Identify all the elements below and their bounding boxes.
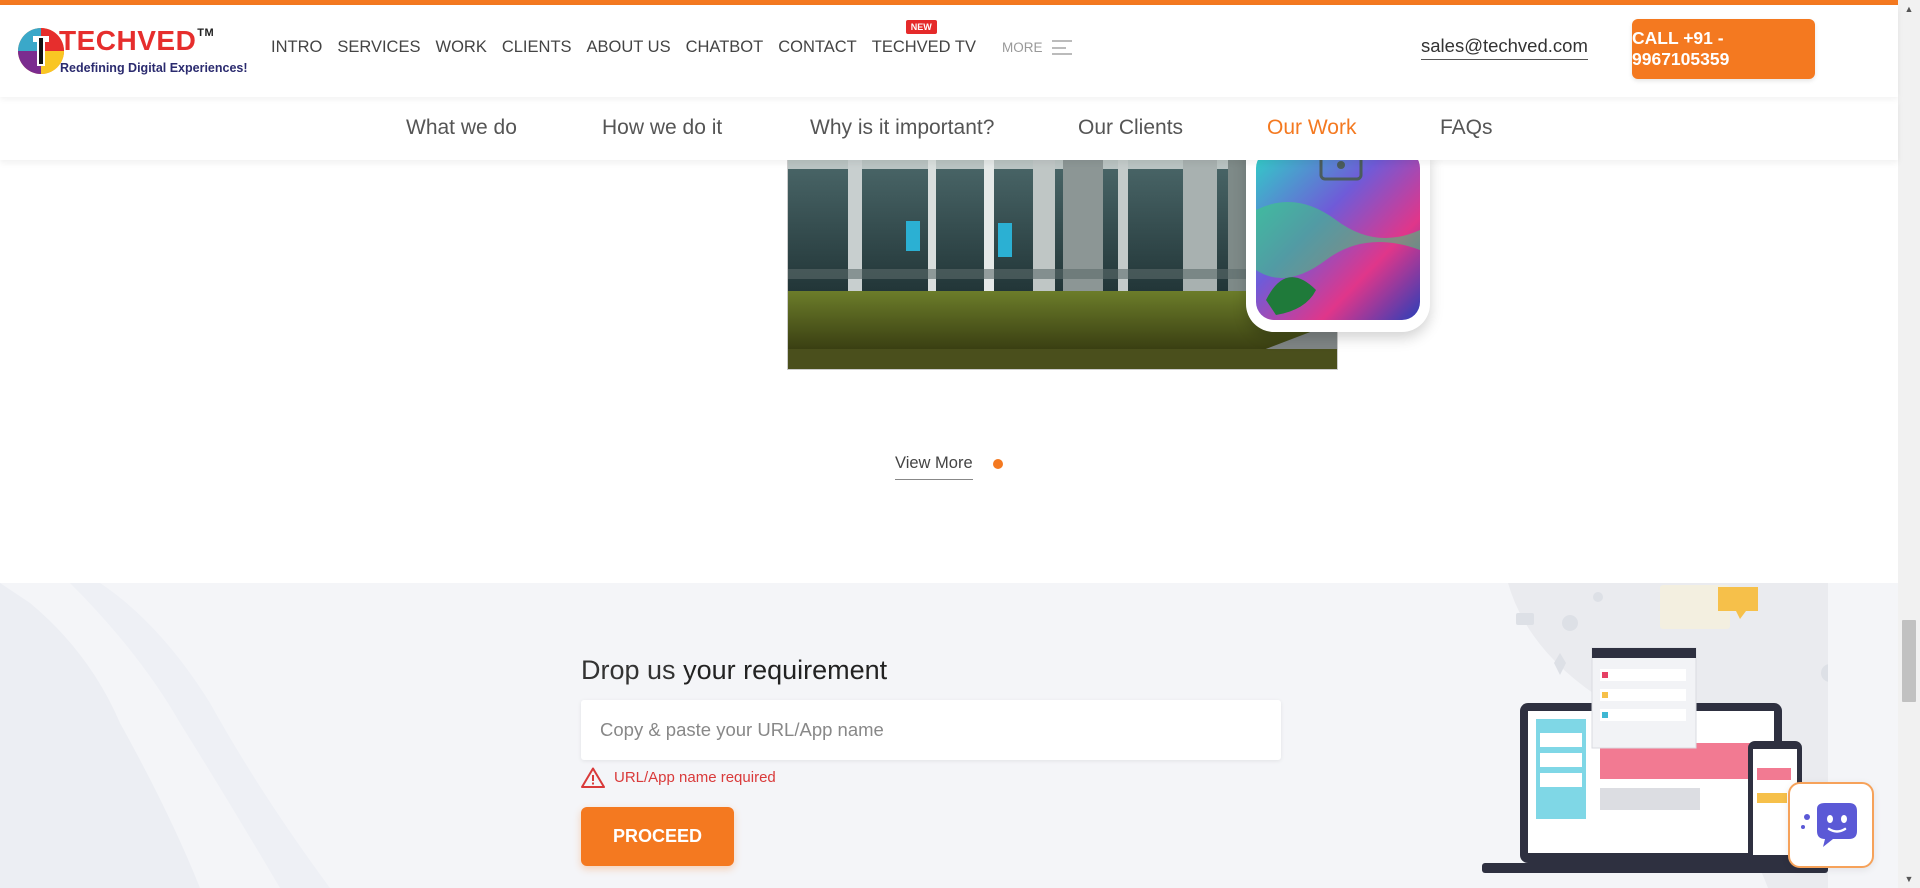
subnav-item-our-clients[interactable]: Our Clients [1078,116,1183,140]
nav-item-clients[interactable]: CLIENTS [502,38,572,57]
header: TECHVEDTM Redefining Digital Experiences… [0,5,1898,97]
nav-item-techved-tv[interactable]: NEW TECHVED TV [871,20,976,57]
validation-error: URL/App name required [581,767,776,788]
nav-item-label: TECHVED TV [871,38,976,56]
new-badge: NEW [905,20,937,34]
chatbot-launcher-button[interactable] [1788,782,1874,868]
more-menu-button[interactable]: MORE [1002,40,1073,55]
page: TECHVEDTM Redefining Digital Experiences… [0,0,1920,888]
subnav-item-faqs[interactable]: FAQs [1440,116,1493,140]
subnav-item-our-work[interactable]: Our Work [1267,116,1356,140]
nav-item-intro[interactable]: INTRO [271,38,322,57]
phone-mockup [1246,150,1430,332]
logo-wordmark: TECHVEDTM [59,25,215,56]
requirement-title-bold: your requirement [683,655,888,685]
more-label: MORE [1001,40,1043,55]
subnav-item-what-we-do[interactable]: What we do [406,116,517,140]
logo-tagline: Redefining Digital Experiences! [60,61,248,75]
scroll-up-arrow-icon[interactable]: ▲ [1898,0,1920,18]
section-subnav: What we do How we do it Why is it import… [0,97,1898,160]
logo[interactable]: TECHVEDTM Redefining Digital Experiences… [15,23,248,81]
subnav-item-how-we-do-it[interactable]: How we do it [602,116,722,140]
nav-item-work[interactable]: WORK [436,38,487,57]
email-link[interactable]: sales@techved.com [1421,35,1588,60]
call-button[interactable]: CALL +91 - 9967105359 [1632,19,1815,79]
main-nav: INTRO SERVICES WORK CLIENTS ABOUT US CHA… [271,20,1073,57]
requirement-section: Drop us your requirement URL/App name re… [0,583,1898,888]
requirement-title-light: Drop us [581,655,676,685]
view-more-link[interactable]: View More [895,454,973,480]
chatbot-robot-icon [1801,803,1857,847]
nav-item-services[interactable]: SERVICES [337,38,420,57]
view-more-dot-icon [993,459,1003,469]
url-app-input[interactable] [581,700,1281,760]
scrollbar-thumb[interactable] [1902,620,1916,702]
scroll-down-arrow-icon[interactable]: ▼ [1898,870,1920,888]
page-scrollbar[interactable]: ▲ ▼ [1898,0,1920,888]
proceed-button[interactable]: PROCEED [581,807,734,866]
error-text: URL/App name required [614,769,776,786]
subnav-item-why-important[interactable]: Why is it important? [810,116,994,140]
phone-screen-art [1256,150,1420,320]
requirement-title: Drop us your requirement [581,655,887,686]
hamburger-menu-icon [1052,40,1073,55]
nav-item-about-us[interactable]: ABOUT US [587,38,671,57]
devices-illustration [1482,583,1828,888]
nav-item-chatbot[interactable]: CHATBOT [686,38,764,57]
warning-triangle-icon [581,767,605,788]
decorative-wave-shape [0,583,330,888]
nav-item-contact[interactable]: CONTACT [778,38,857,57]
